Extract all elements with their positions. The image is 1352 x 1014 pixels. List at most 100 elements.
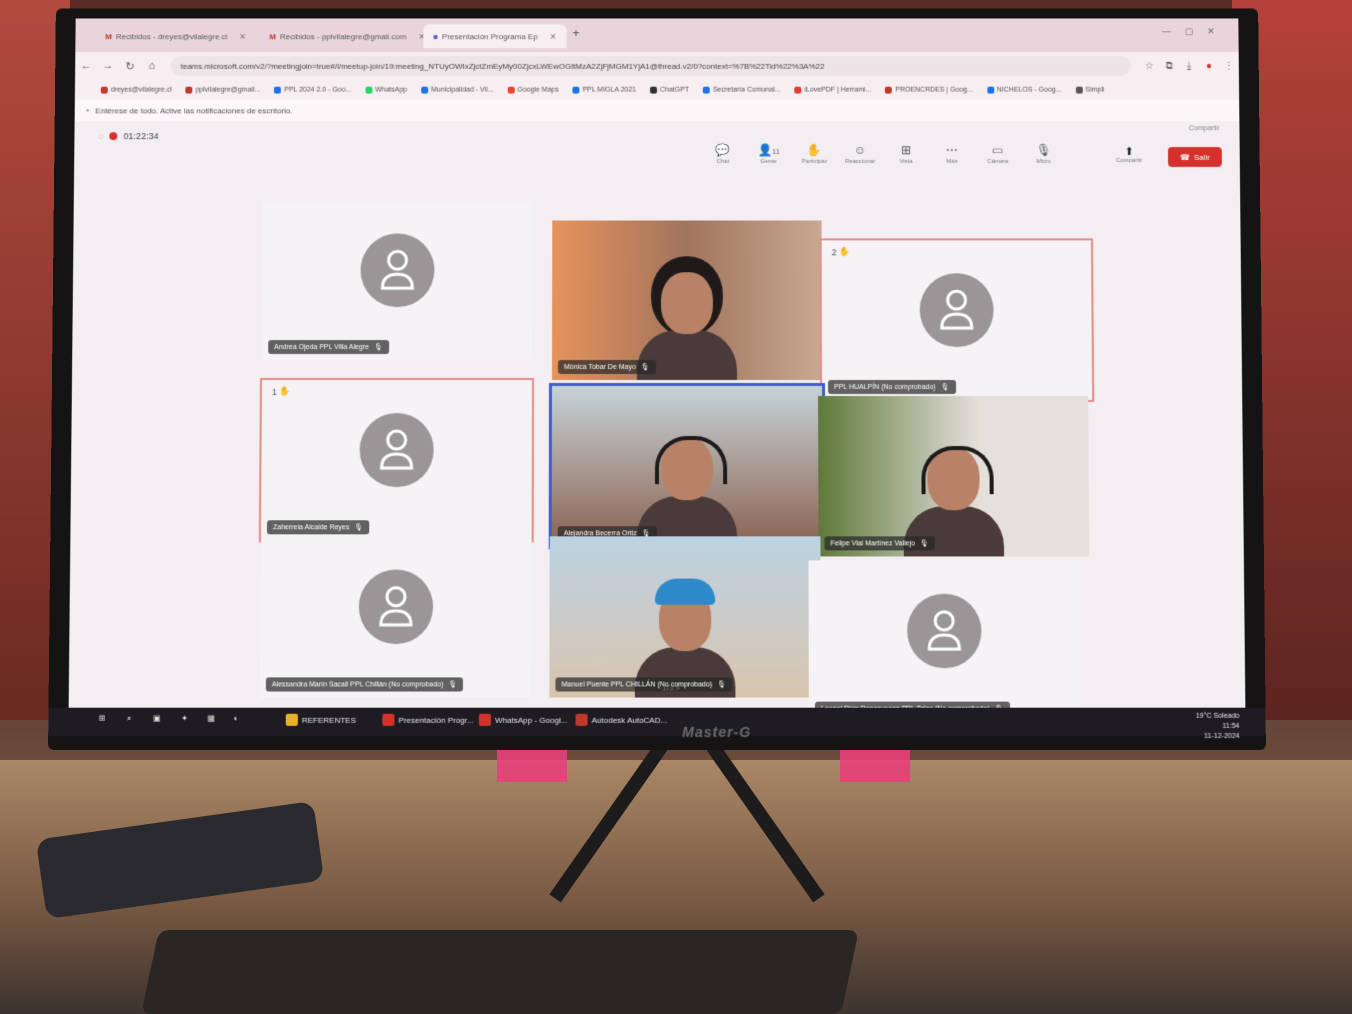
participant-tile[interactable]: Andrea Ojeda PPL Villa Alegre 🎙 bbox=[262, 200, 533, 361]
participant-tile[interactable]: Manuel Puente PPL CHILLÁN (No comprobado… bbox=[549, 536, 821, 698]
participant-tile[interactable]: 2 ✋ PPL HUALPÍN (No comprobado) 🎙 bbox=[819, 238, 1095, 402]
taskbar-app-item[interactable]: Presentación Progr... bbox=[382, 713, 474, 726]
windows-start-icon[interactable]: ⊞ bbox=[99, 714, 106, 723]
tab-label: Recibidos - pplvilalegre@gmail.com bbox=[279, 31, 407, 41]
widgets-icon[interactable]: ▦ bbox=[207, 714, 215, 723]
home-icon[interactable]: ⌂ bbox=[141, 60, 163, 72]
bookmark-item[interactable]: dreyes@vilalegre.cl bbox=[100, 86, 172, 94]
bookmark-item[interactable]: PROENCRDES | Goog... bbox=[885, 86, 973, 94]
leave-button[interactable]: ☎ Salir bbox=[1167, 147, 1222, 167]
raise-hand-icon: ✋ bbox=[838, 246, 850, 257]
bookmark-item[interactable]: Simpli bbox=[1075, 86, 1104, 94]
raise-hand-icon: ✋ bbox=[806, 143, 822, 157]
avatar bbox=[919, 273, 994, 348]
participant-tile[interactable]: Leonel Ríos Roncoyecan PPL Talca (No com… bbox=[808, 560, 1081, 708]
chat-button[interactable]: 💬 Chat bbox=[706, 143, 740, 165]
phone-hangup-icon: ☎ bbox=[1179, 152, 1190, 162]
profile-avatar[interactable]: ● bbox=[1199, 60, 1219, 71]
close-icon[interactable]: ✕ bbox=[550, 32, 557, 41]
bookmark-item[interactable]: Secretaría Comunal... bbox=[702, 86, 781, 94]
edge-icon[interactable]: ◐ bbox=[233, 714, 238, 723]
bookmark-favicon-icon bbox=[650, 86, 658, 94]
reload-icon[interactable]: ↻ bbox=[119, 59, 141, 72]
bookmark-item[interactable]: PPL 2024 2.0 - Goo... bbox=[274, 86, 351, 94]
forward-icon[interactable]: → bbox=[97, 60, 119, 72]
person-icon bbox=[377, 585, 415, 629]
participant-tile[interactable]: Felipe Vial Martínez Vallejo 🎙 bbox=[818, 395, 1090, 557]
tab-gmail-2[interactable]: M Recibidos - pplvilalegre@gmail.com ✕ bbox=[259, 24, 435, 48]
participant-tile[interactable]: Alejandra Becerra Ortiz 🎙 bbox=[548, 382, 826, 550]
bookmark-favicon-icon bbox=[100, 86, 108, 94]
bookmark-item[interactable]: NICHELOS - Goog... bbox=[986, 86, 1062, 94]
bell-icon: ◔ bbox=[84, 105, 90, 115]
mic-muted-icon: 🎙 bbox=[448, 681, 458, 689]
mic-muted-icon: 🎙 bbox=[717, 681, 727, 689]
participant-name-tag: Manuel Puente PPL CHILLÁN (No comprobado… bbox=[555, 677, 733, 692]
taskbar-app-item[interactable]: REFERENTES bbox=[285, 713, 356, 726]
url-input[interactable]: teams.microsoft.com/v2/?meetingjoin=true… bbox=[170, 56, 1132, 76]
bookmark-item[interactable]: ChatGPT bbox=[650, 86, 689, 94]
meeting-tools: 💬 Chat 👤11 Gente ✋ Participar ☺ Reaccion… bbox=[706, 143, 1061, 165]
participant-name-tag: Felipe Vial Martínez Vallejo 🎙 bbox=[824, 536, 935, 551]
download-icon[interactable]: ⤓ bbox=[1179, 60, 1199, 71]
bookmark-item[interactable]: pplvilalegre@gmail... bbox=[185, 86, 260, 94]
avatar bbox=[359, 413, 434, 488]
participant-name-tag: Alessandra Marín Sacall PPL Chillán (No … bbox=[265, 677, 464, 692]
back-icon[interactable]: ← bbox=[75, 60, 97, 72]
mic-button[interactable]: 🎙 Micro bbox=[1026, 143, 1060, 165]
camera-button[interactable]: ▭ Cámara bbox=[981, 143, 1015, 165]
participant-tile[interactable]: Mónica Tobar De Mayo 🎙 bbox=[551, 220, 823, 380]
taskbar-app-item[interactable]: WhatsApp - Googl... bbox=[478, 713, 568, 726]
bookmark-item[interactable]: Municipalidad - Vil... bbox=[421, 86, 493, 94]
view-button[interactable]: ⊞ Vista bbox=[889, 143, 923, 165]
bookmark-favicon-icon bbox=[986, 86, 994, 94]
search-icon[interactable]: ⌕ bbox=[127, 714, 132, 724]
app-icon bbox=[382, 713, 395, 726]
grid-pager[interactable]: 1/3 > bbox=[662, 683, 680, 692]
browser-tab-bar: M Recibidos - dreyes@vilalegre.cl ✕ M Re… bbox=[75, 18, 1239, 53]
share-label[interactable]: Compartir bbox=[1189, 125, 1220, 132]
new-tab-button[interactable]: + bbox=[572, 26, 579, 40]
tab-label: Presentación Programa Ep bbox=[442, 31, 538, 41]
chat-icon: 💬 bbox=[715, 143, 731, 157]
bookmark-item[interactable]: WhatsApp bbox=[365, 86, 407, 94]
participant-name-tag: Andrea Ojeda PPL Villa Alegre 🎙 bbox=[268, 340, 390, 355]
people-icon: 👤11 bbox=[757, 143, 780, 157]
participant-grid: Andrea Ojeda PPL Villa Alegre 🎙 Mónica Tob… bbox=[258, 200, 1095, 708]
extensions-icon[interactable]: ⧉ bbox=[1159, 60, 1179, 71]
window-controls[interactable]: —▢✕ bbox=[1162, 26, 1229, 37]
mic-icon: 🎙 bbox=[1035, 143, 1052, 157]
bookmark-star-icon[interactable]: ☆ bbox=[1139, 60, 1159, 71]
menu-kebab-icon[interactable]: ⋮ bbox=[1219, 60, 1239, 71]
timer-text: 01:22:34 bbox=[123, 131, 159, 142]
raise-hand-button[interactable]: ✋ Participar bbox=[797, 143, 831, 165]
recording-icon bbox=[109, 132, 118, 141]
react-button[interactable]: ☺ Reaccionar bbox=[843, 143, 877, 165]
tab-teams-meeting[interactable]: ■ Presentación Programa Ep ✕ bbox=[423, 24, 567, 49]
participant-tile[interactable]: 1 ✋ Zaherreia Alcaide Reyes 🎙 bbox=[258, 377, 535, 543]
task-view-icon[interactable]: ▣ bbox=[153, 714, 161, 723]
leave-label: Salir bbox=[1193, 152, 1210, 162]
people-button[interactable]: 👤11 Gente bbox=[752, 143, 786, 165]
tab-label: Recibidos - dreyes@vilalegre.cl bbox=[115, 31, 228, 41]
system-tray[interactable]: 19°C Soleado 11:54 11-12-2024 bbox=[1196, 712, 1240, 742]
avatar bbox=[358, 569, 434, 645]
screen: M Recibidos - dreyes@vilalegre.cl ✕ M Re… bbox=[68, 18, 1246, 708]
participant-name-tag: PPL HUALPÍN (No comprobado) 🎙 bbox=[828, 379, 956, 394]
shield-icon: ◌ bbox=[98, 131, 104, 142]
bookmark-item[interactable]: PPL MIGLA 2021 bbox=[572, 86, 636, 94]
close-icon[interactable]: ✕ bbox=[239, 32, 246, 41]
more-button[interactable]: ⋯ Más bbox=[935, 143, 969, 165]
monitor-brand-logo: Master-G bbox=[682, 723, 752, 741]
weather-text: 19°C Soleado bbox=[1195, 712, 1240, 720]
participant-tile[interactable]: Alessandra Marín Sacall PPL Chillán (No … bbox=[259, 536, 532, 698]
bookmark-item[interactable]: iLovePDF | Herrami... bbox=[794, 86, 871, 94]
camera-icon: ▭ bbox=[991, 143, 1004, 157]
share-screen-button[interactable]: ⬆ Compartir bbox=[1114, 145, 1144, 171]
bookmark-item[interactable]: Google Maps bbox=[507, 86, 559, 94]
copilot-icon[interactable]: ✦ bbox=[181, 714, 188, 723]
tab-gmail-1[interactable]: M Recibidos - dreyes@vilalegre.cl ✕ bbox=[95, 24, 256, 48]
clock-date: 11-12-2024 bbox=[1204, 732, 1240, 741]
taskbar-app-item[interactable]: Autodesk AutoCAD... bbox=[575, 713, 668, 726]
mic-muted-icon: 🎙 bbox=[374, 344, 384, 352]
